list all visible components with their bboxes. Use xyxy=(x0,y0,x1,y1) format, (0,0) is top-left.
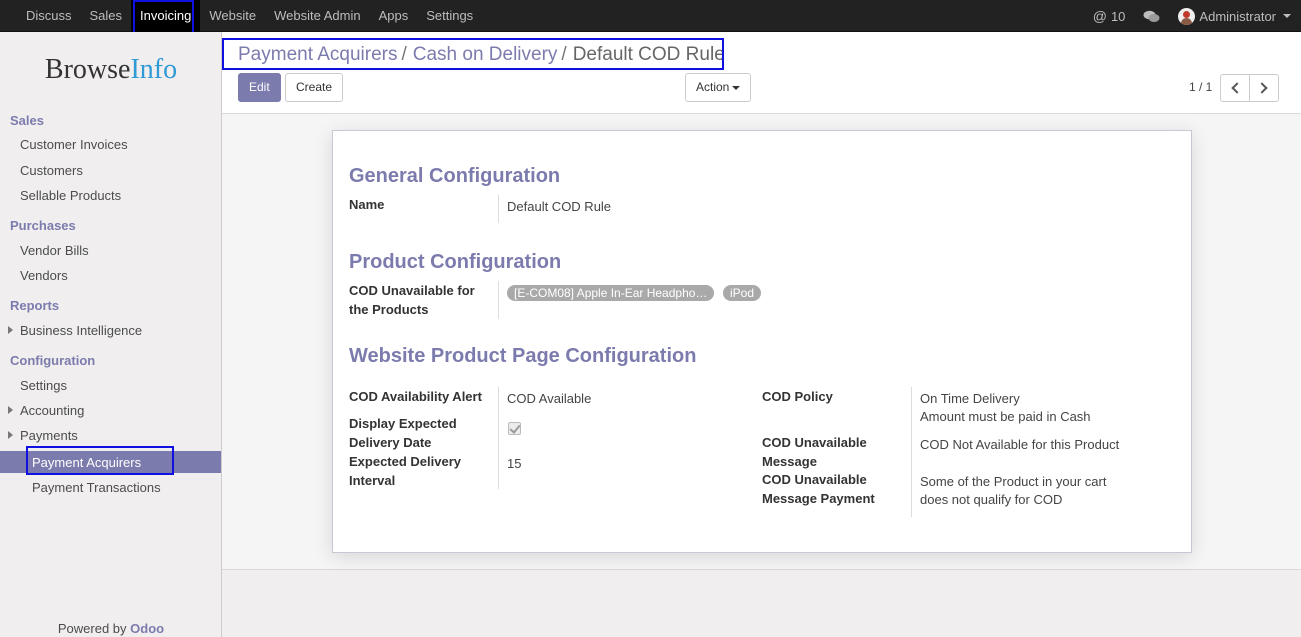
mentions-button[interactable]: @ 10 xyxy=(1093,8,1126,24)
user-name: Administrator xyxy=(1199,8,1276,24)
display-expected-date-checkbox[interactable] xyxy=(508,422,521,435)
field-divider xyxy=(498,281,499,319)
sidebar-item-customer-invoices[interactable]: Customer Invoices xyxy=(20,137,128,152)
menu-website[interactable]: Website xyxy=(200,0,265,32)
display-expected-date-label: Display Expected Delivery Date xyxy=(349,416,457,450)
caret-right-icon xyxy=(8,431,13,439)
cod-policy-value: On Time Delivery Amount must be paid in C… xyxy=(920,391,1091,424)
menu-invoicing[interactable]: Invoicing xyxy=(131,0,201,32)
sidebar-item-payment-acquirers[interactable]: Payment Acquirers xyxy=(0,451,221,473)
sidebar-item-label: Payment Acquirers xyxy=(32,455,142,470)
cod-unavailable-message-value: COD Not Available for this Product xyxy=(920,437,1120,452)
breadcrumb-current: Default COD Rule xyxy=(572,44,725,65)
cod-policy-label: COD Policy xyxy=(762,389,833,404)
expected-delivery-interval-value: 15 xyxy=(507,456,522,471)
menu-apps[interactable]: Apps xyxy=(370,0,418,32)
chevron-right-icon xyxy=(1256,82,1268,94)
breadcrumb-cash-on-delivery[interactable]: Cash on Delivery xyxy=(413,44,558,65)
sidebar-item-sellable-products[interactable]: Sellable Products xyxy=(20,188,121,203)
field-divider xyxy=(498,195,499,223)
sidebar-item-business-intelligence[interactable]: Business Intelligence xyxy=(20,323,142,338)
sidebar-item-payments[interactable]: Payments xyxy=(20,428,78,443)
page-background xyxy=(222,571,1301,637)
sidebar-section-purchases: Purchases xyxy=(10,218,76,233)
chat-button[interactable] xyxy=(1143,10,1160,23)
sidebar-item-payment-transactions[interactable]: Payment Transactions xyxy=(32,480,161,495)
pager-previous-button[interactable] xyxy=(1220,74,1250,102)
form-sheet: General Configuration Name Default COD R… xyxy=(332,130,1192,553)
section-title-product: Product Configuration xyxy=(349,251,562,273)
app-menu: Discuss Sales Invoicing Website Website … xyxy=(17,0,482,32)
section-title-general: General Configuration xyxy=(349,165,561,187)
sidebar: BrowseInfo Sales Customer Invoices Custo… xyxy=(0,32,222,637)
edit-button[interactable]: Edit xyxy=(238,73,281,102)
expected-delivery-interval-label: Expected Delivery Interval xyxy=(349,454,462,488)
cod-availability-alert-label: COD Availability Alert xyxy=(349,389,482,404)
sidebar-section-reports: Reports xyxy=(10,298,60,313)
sidebar-section-configuration: Configuration xyxy=(10,353,96,368)
breadcrumb: Payment Acquirers / Cash on Delivery / Defau… xyxy=(238,44,725,65)
sidebar-item-settings[interactable]: Settings xyxy=(20,378,67,393)
cod-unavailable-payment-label: COD Unavailable Message Payment xyxy=(762,472,875,506)
menu-settings[interactable]: Settings xyxy=(417,0,482,32)
product-tag[interactable]: iPod xyxy=(723,285,762,301)
field-divider xyxy=(911,387,912,517)
pager-value: 1 / 1 xyxy=(1189,80,1213,94)
sidebar-section-sales: Sales xyxy=(10,113,44,128)
cod-unavailable-products-label: COD Unavailable for the Products xyxy=(349,283,475,317)
top-navbar: Discuss Sales Invoicing Website Website … xyxy=(0,0,1301,32)
cod-unavailable-payment-value: Some of the Product in your cart does not… xyxy=(920,474,1107,507)
pager-next-button[interactable] xyxy=(1249,74,1279,102)
mentions-count: 10 xyxy=(1110,8,1126,24)
menu-discuss[interactable]: Discuss xyxy=(17,0,81,32)
sidebar-item-accounting[interactable]: Accounting xyxy=(20,403,84,418)
cod-unavailable-message-label: COD Unavailable Message xyxy=(762,435,867,469)
odoo-link[interactable]: Odoo xyxy=(130,621,164,636)
menu-sales[interactable]: Sales xyxy=(81,0,132,32)
breadcrumb-payment-acquirers[interactable]: Payment Acquirers xyxy=(238,44,397,65)
chevron-left-icon xyxy=(1231,82,1243,94)
caret-down-icon xyxy=(732,85,741,90)
user-menu[interactable]: Administrator xyxy=(1178,7,1291,25)
form-view: General Configuration Name Default COD R… xyxy=(222,114,1301,570)
cod-availability-alert-value: COD Available xyxy=(507,391,592,406)
chevron-down-icon xyxy=(1283,14,1291,18)
create-button[interactable]: Create xyxy=(285,73,344,102)
name-value: Default COD Rule xyxy=(507,199,612,214)
sidebar-item-vendors[interactable]: Vendors xyxy=(20,268,68,283)
caret-right-icon xyxy=(8,326,13,334)
avatar xyxy=(1178,7,1196,25)
company-logo: BrowseInfo xyxy=(44,54,178,85)
systray: @ 10 Administrator xyxy=(1093,0,1291,32)
section-title-website: Website Product Page Configuration xyxy=(349,345,697,367)
name-label: Name xyxy=(349,197,385,212)
powered-by: Powered by Odoo xyxy=(57,621,165,636)
at-icon: @ xyxy=(1092,8,1107,24)
product-tag[interactable]: [E-COM08] Apple In-Ear Headpho… xyxy=(507,285,715,301)
caret-right-icon xyxy=(8,406,13,414)
control-panel: Payment Acquirers / Cash on Delivery / Defau… xyxy=(222,32,1301,114)
sidebar-item-customers[interactable]: Customers xyxy=(20,163,83,178)
chat-bubbles-icon xyxy=(1143,10,1160,22)
sidebar-item-vendor-bills[interactable]: Vendor Bills xyxy=(20,243,89,258)
menu-website-admin[interactable]: Website Admin xyxy=(265,0,369,32)
field-divider xyxy=(498,387,499,489)
action-dropdown[interactable]: Action xyxy=(685,73,752,102)
